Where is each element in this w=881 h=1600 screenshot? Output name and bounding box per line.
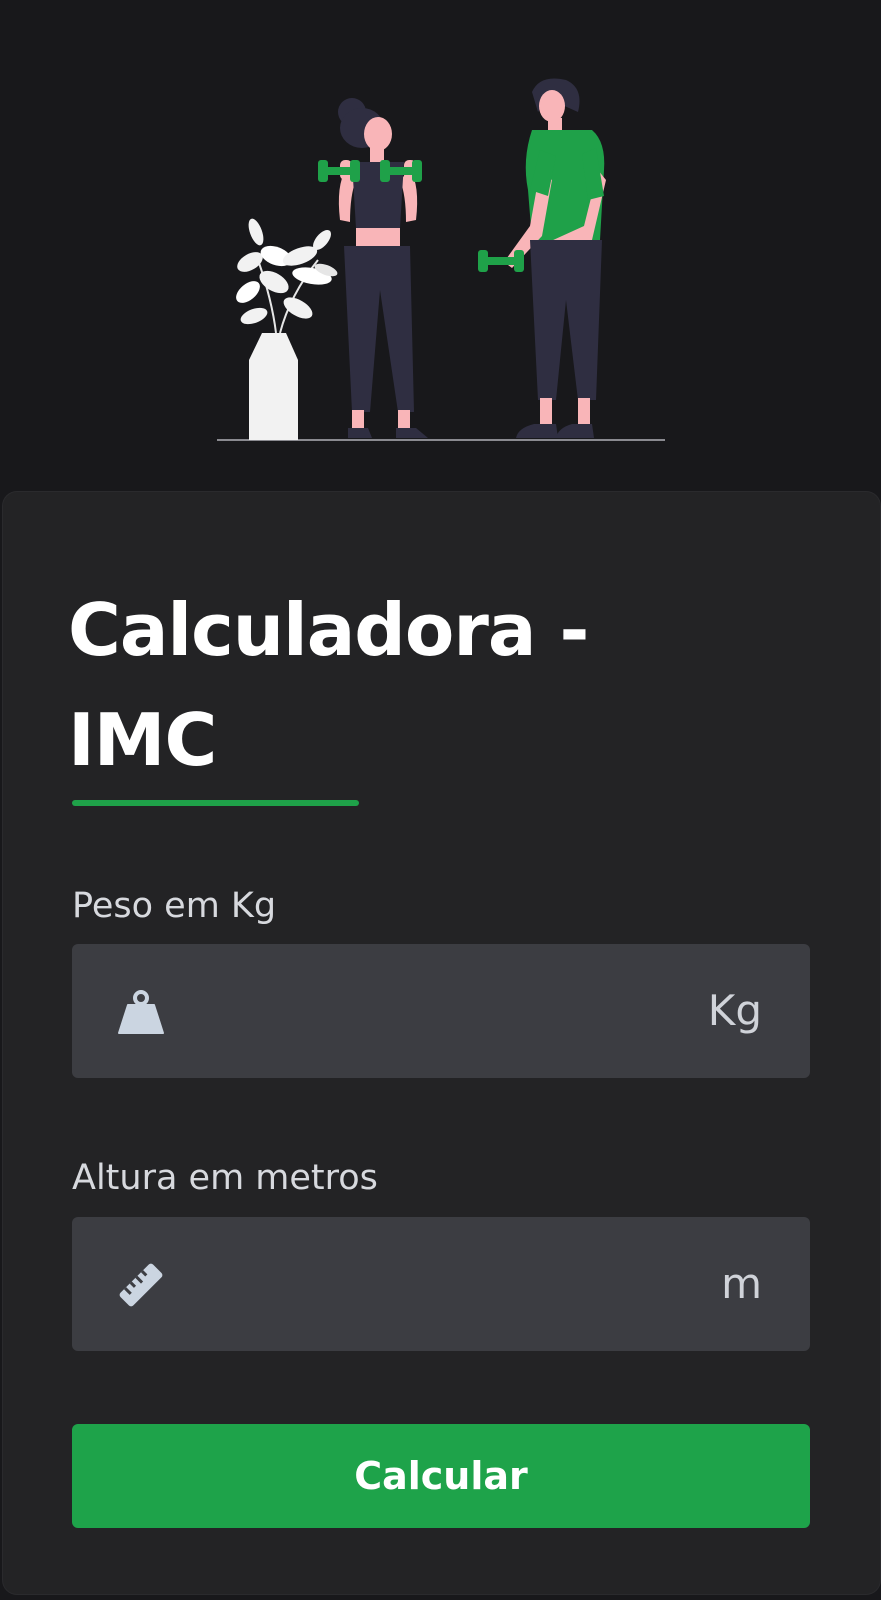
weight-label: Peso em Kg [72, 886, 277, 926]
weight-icon [116, 987, 166, 1037]
fitness-illustration [217, 78, 665, 441]
page: Calculadora - IMC Peso em Kg Kg Altura e… [0, 0, 881, 1600]
man-figure [478, 78, 606, 438]
weight-input[interactable] [192, 944, 662, 1078]
title-underline [72, 800, 359, 806]
calculate-button[interactable]: Calcular [72, 1424, 810, 1528]
hero-illustration [0, 0, 881, 492]
height-unit: m [721, 1259, 762, 1308]
ruler-icon [116, 1260, 166, 1310]
weight-field[interactable]: Kg [72, 944, 810, 1078]
dumbbell-icon [478, 250, 524, 272]
height-label: Altura em metros [72, 1158, 378, 1198]
height-field[interactable]: m [72, 1217, 810, 1351]
page-title: Calculadora - IMC [68, 588, 589, 782]
height-input[interactable] [192, 1217, 662, 1351]
woman-figure [318, 98, 428, 438]
plant-icon [236, 218, 338, 440]
weight-unit: Kg [707, 986, 762, 1035]
